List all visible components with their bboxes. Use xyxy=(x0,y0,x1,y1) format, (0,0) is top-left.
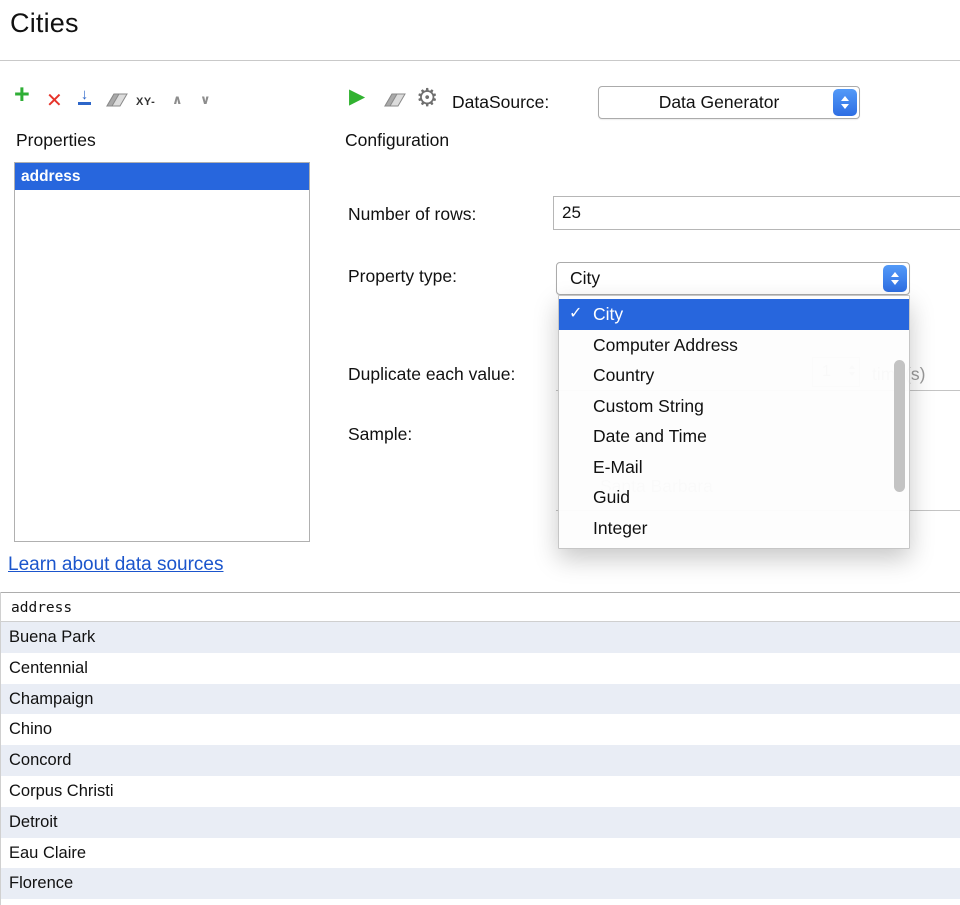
menu-item-label: Guid xyxy=(593,487,630,507)
chevron-down-icon: ∨ xyxy=(200,92,211,108)
property-type-popup[interactable]: City xyxy=(556,262,910,295)
menu-item-label: E-Mail xyxy=(593,457,643,477)
table-row[interactable]: Centennial xyxy=(1,653,960,684)
property-type-label: Property type: xyxy=(348,266,457,287)
play-button[interactable]: ▶ xyxy=(349,84,365,109)
move-up-button[interactable]: ∧ xyxy=(172,92,183,108)
xy-icon: XY- xyxy=(136,96,155,108)
datasource-label: DataSource: xyxy=(452,92,549,113)
table-row[interactable]: Champaign xyxy=(1,684,960,715)
menu-item-label: Date and Time xyxy=(593,426,707,446)
menu-item[interactable]: Custom String xyxy=(559,391,909,422)
configuration-label: Configuration xyxy=(345,130,449,151)
rows-label: Number of rows: xyxy=(348,204,476,225)
clear-output-button[interactable] xyxy=(384,93,406,107)
import-button[interactable]: ↓ xyxy=(78,88,91,105)
column-header-address[interactable]: address xyxy=(1,592,960,622)
property-type-value: City xyxy=(557,263,909,294)
menu-item-label: Integer xyxy=(593,518,647,538)
properties-label: Properties xyxy=(16,130,96,151)
table-row[interactable]: Corpus Christi xyxy=(1,776,960,807)
table-row[interactable]: Florence xyxy=(1,868,960,899)
eraser-icon xyxy=(106,93,128,107)
eraser-icon xyxy=(384,93,406,107)
datasource-value: Data Generator xyxy=(599,87,859,118)
import-icon: ↓ xyxy=(78,88,91,105)
menu-item[interactable]: Computer Address xyxy=(559,330,909,361)
page-title: Cities xyxy=(10,8,79,39)
clear-properties-button[interactable] xyxy=(106,93,128,107)
rows-input[interactable] xyxy=(553,196,960,230)
settings-button[interactable]: ⚙ xyxy=(416,83,438,113)
table-body: Buena Park Centennial Champaign Chino Co… xyxy=(1,622,960,899)
menu-item-label: Country xyxy=(593,365,654,385)
table-row[interactable]: Buena Park xyxy=(1,622,960,653)
play-icon: ▶ xyxy=(349,84,365,109)
table-row[interactable]: Eau Claire xyxy=(1,838,960,869)
menu-item[interactable]: ✓ City xyxy=(559,299,909,330)
menu-item[interactable]: Integer xyxy=(559,513,909,544)
duplicate-label: Duplicate each value: xyxy=(348,364,515,385)
datasource-popup[interactable]: Data Generator xyxy=(598,86,860,119)
property-type-menu: ✓ City Computer Address Country Custom S… xyxy=(558,295,910,549)
gear-icon: ⚙ xyxy=(416,83,438,113)
plus-icon: + xyxy=(14,82,30,106)
menu-item[interactable]: Guid xyxy=(559,482,909,513)
learn-about-data-sources-link[interactable]: Learn about data sources xyxy=(8,554,224,576)
add-property-button[interactable]: + xyxy=(14,82,30,106)
rename-xy-button[interactable]: XY- xyxy=(136,96,155,108)
menu-item-label: City xyxy=(593,304,623,324)
menu-item[interactable]: Country xyxy=(559,360,909,391)
table-row[interactable]: Chino xyxy=(1,714,960,745)
remove-property-button[interactable]: ✕ xyxy=(46,88,63,113)
menu-item[interactable]: Date and Time xyxy=(559,421,909,452)
scrollbar-thumb[interactable] xyxy=(894,360,905,492)
cities-window: Cities + ✕ ↓ XY- ∧ ∨ Properties address … xyxy=(0,0,960,905)
divider xyxy=(0,60,960,61)
remove-icon: ✕ xyxy=(46,88,63,113)
chevron-up-icon: ∧ xyxy=(172,92,183,108)
menu-item-label: Computer Address xyxy=(593,335,738,355)
move-down-button[interactable]: ∨ xyxy=(200,92,211,108)
popup-stepper-icon xyxy=(883,265,907,292)
menu-item-label: Custom String xyxy=(593,396,704,416)
properties-list: address xyxy=(14,162,310,542)
table-row[interactable]: Detroit xyxy=(1,807,960,838)
list-item[interactable]: address xyxy=(15,163,309,190)
table-row[interactable]: Concord xyxy=(1,745,960,776)
sample-label: Sample: xyxy=(348,424,412,445)
popup-stepper-icon xyxy=(833,89,857,116)
checkmark-icon: ✓ xyxy=(569,299,582,330)
results-table: address Buena Park Centennial Champaign … xyxy=(0,592,960,905)
menu-item[interactable]: E-Mail xyxy=(559,452,909,483)
